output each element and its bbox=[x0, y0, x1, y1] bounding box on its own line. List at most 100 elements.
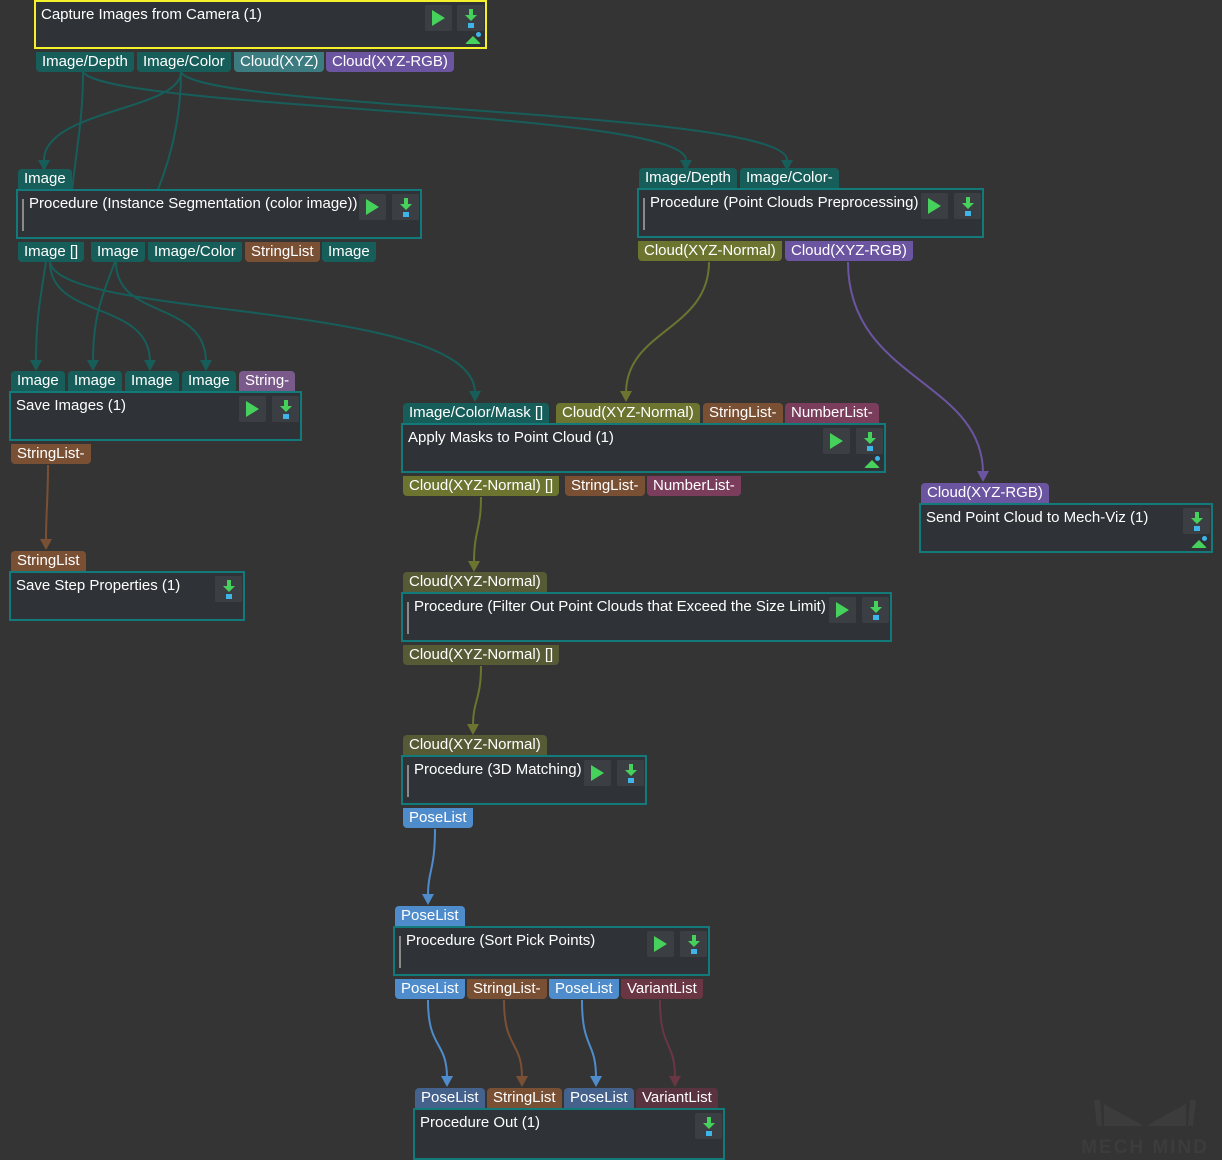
output-port-cloud-xyz-rgb[interactable]: Cloud(XYZ-RGB) bbox=[785, 241, 913, 261]
debug-output-button[interactable] bbox=[1183, 508, 1210, 534]
node-filter-size-limit[interactable]: Procedure (Filter Out Point Clouds that … bbox=[401, 592, 892, 642]
input-port-cloud-xyz-rgb[interactable]: Cloud(XYZ-RGB) bbox=[921, 483, 1049, 503]
input-port-stringlist[interactable]: StringList- bbox=[703, 403, 783, 423]
input-port-image-4[interactable]: Image bbox=[182, 371, 236, 391]
input-port-cloud-xyz-normal[interactable]: Cloud(XYZ-Normal) bbox=[556, 403, 700, 423]
input-port-stringlist[interactable]: StringList bbox=[487, 1088, 562, 1108]
input-port-poselist[interactable]: PoseList bbox=[395, 906, 465, 926]
output-port-image-color[interactable]: Image/Color bbox=[137, 52, 231, 72]
run-button[interactable] bbox=[647, 931, 674, 957]
play-icon bbox=[432, 10, 445, 26]
play-icon bbox=[246, 401, 259, 417]
debug-output-button[interactable] bbox=[695, 1113, 722, 1139]
output-port-cloud-xyz[interactable]: Cloud(XYZ) bbox=[234, 52, 325, 72]
debug-output-button[interactable] bbox=[680, 931, 707, 957]
run-button[interactable] bbox=[425, 5, 452, 31]
graph-canvas[interactable]: Capture Images from Camera (1) Image/Dep… bbox=[0, 0, 1222, 1160]
node-3d-matching[interactable]: Procedure (3D Matching) bbox=[401, 755, 647, 805]
output-port-cloud-xyz-normal[interactable]: Cloud(XYZ-Normal) bbox=[638, 241, 782, 261]
visualize-icon[interactable] bbox=[864, 456, 880, 468]
node-send-point-cloud-to-mech-viz[interactable]: Send Point Cloud to Mech-Viz (1) bbox=[919, 503, 1213, 553]
output-port-cloud-xyz-normal-array[interactable]: Cloud(XYZ-Normal) [] bbox=[403, 645, 560, 665]
node-title: Save Step Properties (1) bbox=[16, 577, 181, 594]
input-port-poselist-1[interactable]: PoseList bbox=[415, 1088, 485, 1108]
input-port-image-color-mask[interactable]: Image/Color/Mask [] bbox=[403, 403, 550, 423]
input-port-image-depth[interactable]: Image/Depth bbox=[639, 168, 737, 188]
debug-output-button[interactable] bbox=[856, 428, 883, 454]
run-button[interactable] bbox=[584, 760, 611, 786]
debug-output-button[interactable] bbox=[617, 760, 644, 786]
output-port-image-array[interactable]: Image [] bbox=[18, 242, 85, 262]
output-port-image[interactable]: Image bbox=[322, 242, 376, 262]
input-port-stringlist[interactable]: StringList bbox=[11, 551, 86, 571]
node-title: Procedure Out (1) bbox=[420, 1114, 541, 1131]
output-port-stringlist[interactable]: StringList- bbox=[467, 979, 547, 999]
procedure-bar bbox=[399, 936, 401, 968]
node-capture-images[interactable]: Capture Images from Camera (1) bbox=[34, 0, 487, 49]
input-port-image-2[interactable]: Image bbox=[68, 371, 122, 391]
node-save-step-properties[interactable]: Save Step Properties (1) bbox=[9, 571, 245, 621]
output-port-poselist-1[interactable]: PoseList bbox=[395, 979, 465, 999]
procedure-bar bbox=[407, 765, 409, 797]
node-apply-masks[interactable]: Apply Masks to Point Cloud (1) bbox=[401, 423, 886, 473]
debug-output-button[interactable] bbox=[457, 5, 484, 31]
download-icon bbox=[702, 1116, 715, 1136]
node-sort-pick-points[interactable]: Procedure (Sort Pick Points) bbox=[393, 926, 710, 976]
output-port-poselist[interactable]: PoseList bbox=[403, 808, 473, 828]
output-port-numberlist[interactable]: NumberList- bbox=[647, 476, 741, 496]
download-icon bbox=[222, 579, 235, 599]
run-button[interactable] bbox=[829, 597, 856, 623]
input-port-string[interactable]: String- bbox=[239, 371, 296, 391]
debug-output-button[interactable] bbox=[392, 194, 419, 220]
output-port-variantlist[interactable]: VariantList bbox=[621, 979, 703, 999]
output-port-cloud-xyz-normal-array[interactable]: Cloud(XYZ-Normal) [] bbox=[403, 476, 560, 496]
play-icon bbox=[366, 199, 379, 215]
output-port-image-depth[interactable]: Image/Depth bbox=[36, 52, 134, 72]
download-icon bbox=[624, 763, 637, 783]
output-port-image-color[interactable]: Image/Color bbox=[148, 242, 242, 262]
output-port-cloud-xyz-rgb[interactable]: Cloud(XYZ-RGB) bbox=[326, 52, 454, 72]
run-button[interactable] bbox=[921, 193, 948, 219]
link-depth-to-seg-passthrough bbox=[71, 71, 84, 193]
debug-output-button[interactable] bbox=[954, 193, 981, 219]
input-port-image[interactable]: Image bbox=[18, 169, 72, 189]
link-imgarr-to-save3 bbox=[49, 261, 151, 363]
output-port-poselist-2[interactable]: PoseList bbox=[549, 979, 619, 999]
download-icon bbox=[1190, 511, 1203, 531]
output-port-stringlist[interactable]: StringList- bbox=[565, 476, 645, 496]
debug-output-button[interactable] bbox=[215, 576, 242, 602]
input-port-cloud-xyz-normal[interactable]: Cloud(XYZ-Normal) bbox=[403, 572, 547, 592]
link-color-to-seg-image bbox=[43, 71, 182, 161]
run-button[interactable] bbox=[239, 396, 266, 422]
input-port-image-3[interactable]: Image bbox=[125, 371, 179, 391]
link-depth-to-preproc-depth bbox=[82, 71, 687, 161]
play-icon bbox=[928, 198, 941, 214]
input-port-poselist-2[interactable]: PoseList bbox=[564, 1088, 634, 1108]
input-port-variantlist[interactable]: VariantList bbox=[636, 1088, 718, 1108]
debug-output-button[interactable] bbox=[862, 597, 889, 623]
run-button[interactable] bbox=[359, 194, 386, 220]
node-save-images[interactable]: Save Images (1) bbox=[9, 391, 302, 441]
link-normal-to-mask bbox=[625, 261, 710, 394]
input-port-numberlist[interactable]: NumberList- bbox=[785, 403, 879, 423]
download-icon bbox=[961, 196, 974, 216]
node-instance-segmentation[interactable]: Procedure (Instance Segmentation (color … bbox=[16, 189, 422, 239]
link-sort-pose2-out bbox=[581, 999, 597, 1079]
visualize-icon[interactable] bbox=[1191, 536, 1207, 548]
input-port-cloud-xyz-normal[interactable]: Cloud(XYZ-Normal) bbox=[403, 735, 547, 755]
output-port-stringlist[interactable]: StringList bbox=[245, 242, 320, 262]
run-button[interactable] bbox=[823, 428, 850, 454]
node-procedure-out[interactable]: Procedure Out (1) bbox=[413, 1108, 725, 1160]
node-point-clouds-preprocessing[interactable]: Procedure (Point Clouds Preprocessing) bbox=[637, 188, 984, 238]
debug-output-button[interactable] bbox=[272, 396, 299, 422]
output-port-image[interactable]: Image bbox=[91, 242, 145, 262]
output-port-stringlist[interactable]: StringList- bbox=[11, 444, 91, 464]
input-port-image-1[interactable]: Image bbox=[11, 371, 65, 391]
play-icon bbox=[830, 433, 843, 449]
visualize-icon[interactable] bbox=[465, 32, 481, 44]
procedure-bar bbox=[407, 602, 409, 634]
download-icon bbox=[279, 399, 292, 419]
play-icon bbox=[836, 602, 849, 618]
input-port-image-color[interactable]: Image/Color- bbox=[740, 168, 839, 188]
node-title: Procedure (Instance Segmentation (color … bbox=[29, 195, 358, 212]
